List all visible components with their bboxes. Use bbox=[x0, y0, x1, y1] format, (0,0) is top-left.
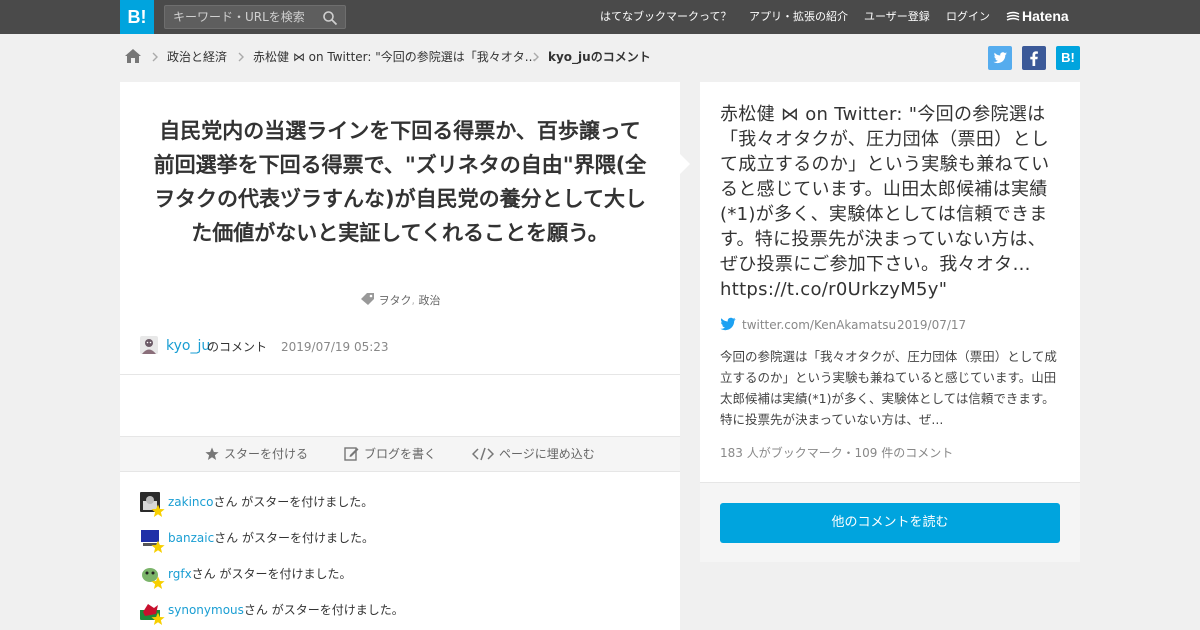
hatena-brand[interactable]: Hatena bbox=[1006, 0, 1069, 34]
star-icon bbox=[151, 612, 165, 625]
twitter-share-button[interactable] bbox=[988, 46, 1012, 70]
hatena-share-button[interactable]: B! bbox=[1056, 46, 1080, 70]
chevron-right-icon bbox=[238, 52, 244, 62]
nav-about[interactable]: はてなブックマークって？ bbox=[600, 0, 731, 34]
embed-button[interactable]: ページに埋め込む bbox=[471, 445, 595, 463]
hatena-bookmark-logo[interactable]: B! bbox=[120, 0, 154, 34]
search-input[interactable] bbox=[165, 6, 315, 28]
bookmark-count[interactable]: 183 人がブックマーク・109 件のコメント bbox=[720, 444, 953, 461]
add-star-label: スターを付ける bbox=[224, 447, 309, 461]
search-box[interactable] bbox=[164, 5, 346, 29]
entry-description: 今回の参院選は「我々オタクが、圧力団体（票田）として成立するのか」という実験も兼… bbox=[720, 349, 1057, 427]
avatar[interactable] bbox=[140, 600, 165, 625]
hatena-icon bbox=[1006, 11, 1020, 21]
star-username[interactable]: rgfx bbox=[168, 567, 192, 581]
star-text: さん がスターを付けました。 bbox=[213, 495, 374, 509]
chevron-right-icon bbox=[533, 52, 539, 62]
star-user: zakincoさん がスターを付けました。 bbox=[168, 493, 373, 510]
star-text: さん がスターを付けました。 bbox=[191, 567, 352, 581]
entry-panel-footer: 他のコメントを読む bbox=[700, 482, 1080, 562]
comment-date[interactable]: 2019/07/19 05:23 bbox=[281, 337, 389, 357]
avatar[interactable] bbox=[140, 564, 165, 589]
tag-item[interactable]: ヲタク bbox=[379, 294, 412, 307]
breadcrumb-category[interactable]: 政治と経済 bbox=[167, 48, 227, 66]
star-username[interactable]: synonymous bbox=[168, 603, 244, 617]
top-bar: B! はてなブックマークって？ アプリ・拡張の紹介 ユーザー登録 ログイン Ha… bbox=[0, 0, 1200, 34]
star-icon bbox=[151, 540, 165, 553]
write-blog-button[interactable]: ブログを書く bbox=[344, 445, 436, 463]
tag-icon bbox=[360, 293, 374, 305]
embed-label: ページに埋め込む bbox=[499, 447, 595, 461]
star-item: banzaicさん がスターを付けました。 bbox=[140, 528, 660, 553]
comment-username[interactable]: kyo_ju bbox=[166, 336, 210, 356]
star-user: rgfxさん がスターを付けました。 bbox=[168, 565, 352, 582]
tag-item[interactable]: 政治 bbox=[419, 294, 441, 307]
facebook-share-button[interactable] bbox=[1022, 46, 1046, 70]
facebook-icon bbox=[1030, 51, 1038, 66]
search-icon[interactable] bbox=[322, 10, 338, 26]
avatar[interactable] bbox=[140, 528, 165, 553]
nav-login[interactable]: ログイン bbox=[946, 0, 990, 34]
comment-card: 自民党内の当選ラインを下回る得票か、百歩譲って前回選挙を下回る得票で、"ズリネタ… bbox=[120, 82, 680, 630]
star-item: synonymousさん がスターを付けました。 bbox=[140, 600, 660, 625]
write-blog-label: ブログを書く bbox=[364, 447, 437, 461]
comment-text: 自民党内の当選ラインを下回る得票か、百歩譲って前回選挙を下回る得票で、"ズリネタ… bbox=[153, 119, 647, 245]
read-more-comments-button[interactable]: 他のコメントを読む bbox=[720, 503, 1060, 543]
breadcrumb-entry[interactable]: 赤松健 ⋈ on Twitter: "今回の参院選は「我々オタ... bbox=[253, 48, 536, 66]
star-user: synonymousさん がスターを付けました。 bbox=[168, 601, 404, 618]
hatena-brand-text: Hatena bbox=[1022, 8, 1069, 24]
edit-icon bbox=[344, 447, 359, 461]
divider bbox=[120, 374, 680, 375]
star-icon bbox=[205, 447, 219, 460]
star-icon bbox=[151, 504, 165, 517]
nav-register[interactable]: ユーザー登録 bbox=[864, 0, 930, 34]
entry-source[interactable]: twitter.com/KenAkamatsu bbox=[742, 316, 896, 334]
panel-pointer bbox=[680, 154, 690, 174]
star-icon bbox=[151, 576, 165, 589]
star-item: rgfxさん がスターを付けました。 bbox=[140, 564, 660, 589]
star-text: さん がスターを付けました。 bbox=[214, 531, 374, 545]
star-item: zakincoさん がスターを付けました。 bbox=[140, 492, 660, 517]
twitter-icon bbox=[720, 317, 736, 331]
twitter-icon bbox=[993, 52, 1007, 64]
entry-title[interactable]: 赤松健 ⋈ on Twitter: "今回の参院選は「我々オタクが、圧力団体（票… bbox=[720, 102, 1062, 302]
entry-panel: 赤松健 ⋈ on Twitter: "今回の参院選は「我々オタクが、圧力団体（票… bbox=[700, 82, 1080, 482]
chevron-right-icon bbox=[152, 52, 158, 62]
tag-list: ヲタク, 政治 bbox=[120, 292, 680, 308]
home-icon[interactable] bbox=[124, 48, 142, 64]
comment-label: のコメント bbox=[207, 340, 268, 354]
star-username[interactable]: banzaic bbox=[168, 531, 214, 545]
nav-apps[interactable]: アプリ・拡張の紹介 bbox=[749, 0, 848, 34]
code-icon bbox=[471, 447, 495, 461]
star-user: banzaicさん がスターを付けました。 bbox=[168, 529, 374, 546]
star-text: さん がスターを付けました。 bbox=[243, 603, 404, 617]
star-username[interactable]: zakinco bbox=[168, 495, 213, 509]
action-bar: スターを付ける ブログを書く ページに埋め込む bbox=[120, 436, 680, 472]
breadcrumb-current: kyo_juのコメント bbox=[548, 50, 651, 64]
add-star-button[interactable]: スターを付ける bbox=[205, 445, 308, 463]
avatar[interactable] bbox=[140, 492, 165, 517]
entry-date: 2019/07/17 bbox=[897, 318, 967, 332]
avatar[interactable] bbox=[140, 336, 158, 354]
